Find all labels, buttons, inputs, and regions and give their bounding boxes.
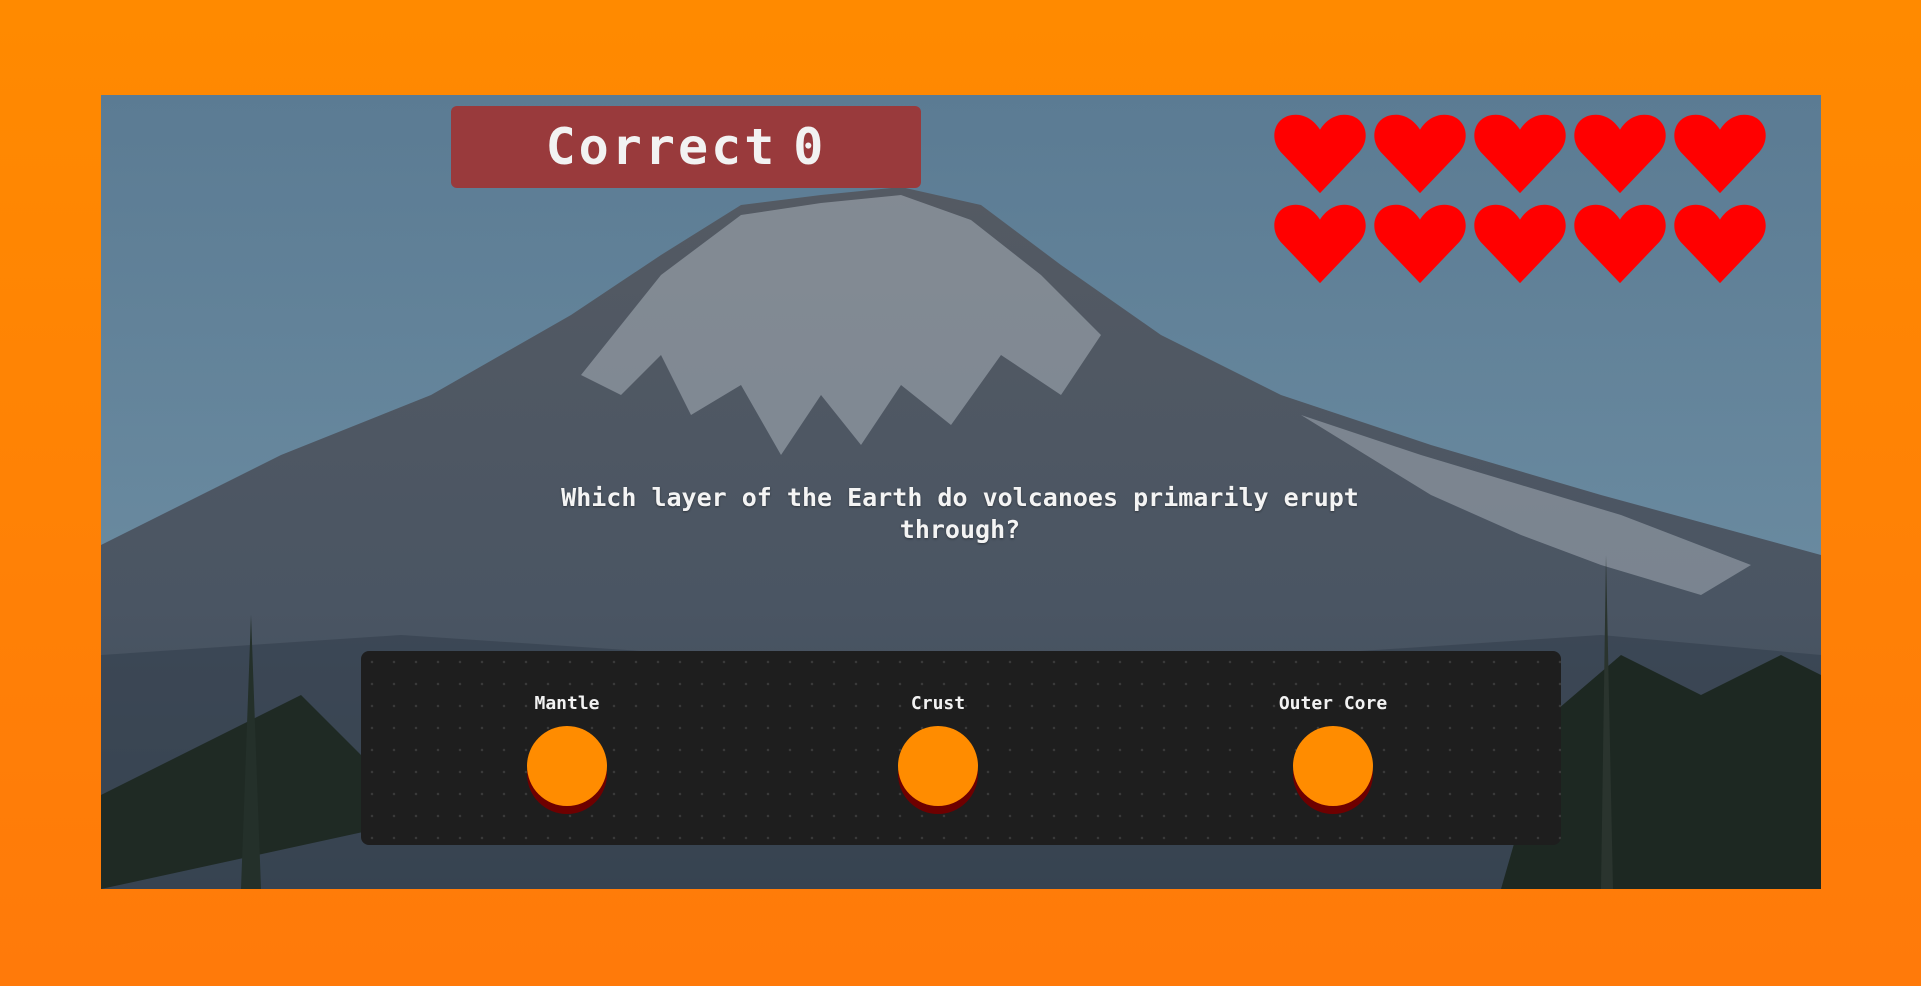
heart-icon	[1370, 110, 1470, 196]
answer-label: Outer Core	[1278, 693, 1388, 714]
answer-button[interactable]	[527, 726, 607, 806]
score-label: Correct	[545, 118, 778, 176]
answer-option-2[interactable]: Crust	[838, 693, 1038, 806]
heart-icon	[1670, 200, 1770, 286]
heart-icon	[1370, 200, 1470, 286]
answer-button[interactable]	[898, 726, 978, 806]
answer-button[interactable]	[1293, 726, 1373, 806]
heart-icon	[1570, 110, 1670, 196]
heart-icon	[1470, 200, 1570, 286]
heart-icon	[1270, 200, 1370, 286]
lives-display	[1270, 110, 1770, 286]
answer-option-3[interactable]: Outer Core	[1233, 693, 1433, 806]
question-text: Which layer of the Earth do volcanoes pr…	[561, 483, 1359, 544]
answer-option-1[interactable]: Mantle	[467, 693, 667, 806]
answer-label: Mantle	[534, 693, 600, 714]
answer-panel: Mantle Crust Outer Core	[361, 651, 1561, 845]
heart-icon	[1270, 110, 1370, 196]
score-counter: Correct 0	[451, 106, 921, 188]
heart-icon	[1670, 110, 1770, 196]
score-value: 0	[793, 118, 827, 176]
heart-icon	[1570, 200, 1670, 286]
answer-label: Crust	[910, 693, 966, 714]
heart-icon	[1470, 110, 1570, 196]
